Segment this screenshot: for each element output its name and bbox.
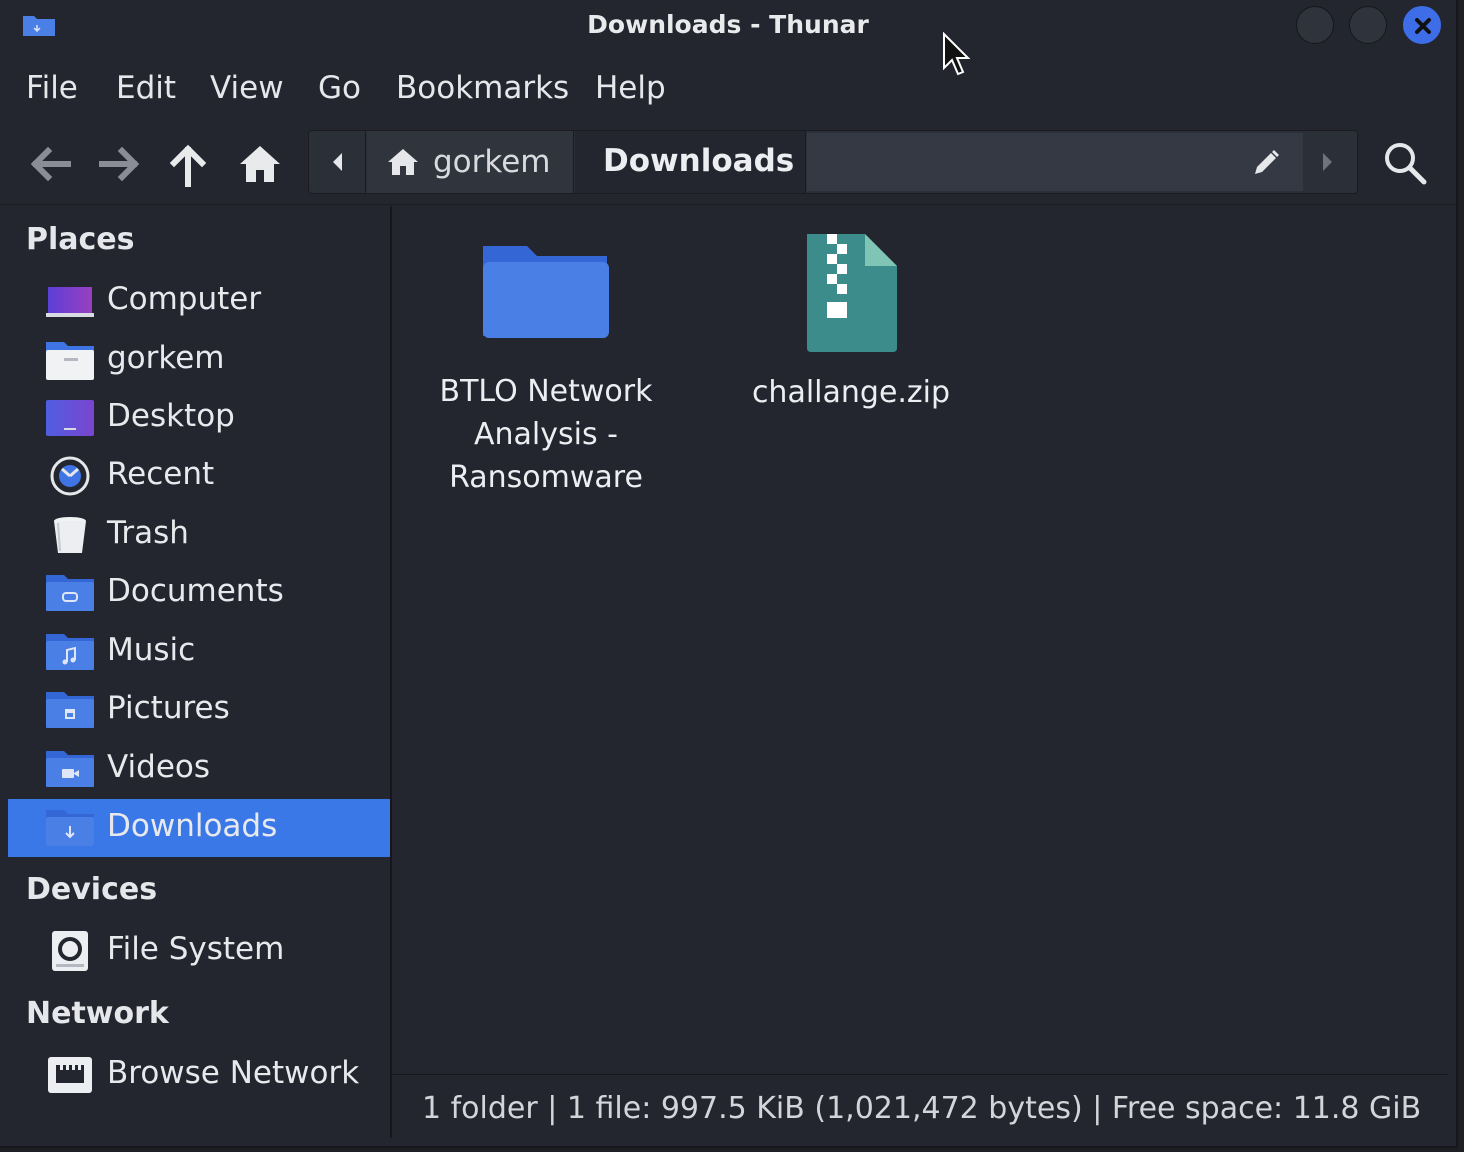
location-bar: gorkem Downloads xyxy=(308,130,1358,194)
minimize-button[interactable] xyxy=(1296,6,1334,44)
music-folder-icon xyxy=(46,634,94,670)
network-heading: Network xyxy=(26,996,169,1031)
zip-archive-icon xyxy=(807,234,897,352)
file-name: challange.zip xyxy=(742,371,960,414)
breadcrumb-home[interactable]: gorkem xyxy=(367,131,574,193)
arrow-up-icon xyxy=(169,144,207,187)
file-item-zip[interactable]: challange.zip xyxy=(742,230,960,414)
sidebar-item-label: Browse Network xyxy=(107,1055,360,1091)
file-view[interactable]: BTLO Network Analysis - Ransomware chall… xyxy=(392,206,1448,1072)
sidebar-item-trash[interactable]: Trash xyxy=(8,506,390,564)
file-name-line: challange.zip xyxy=(751,375,951,410)
drive-icon xyxy=(52,931,88,971)
window-title: Downloads - Thunar xyxy=(587,10,869,39)
sidebar-item-label: Downloads xyxy=(107,808,278,844)
menubar: File Edit View Go Bookmarks Help xyxy=(0,56,1456,122)
menu-file[interactable]: File xyxy=(26,70,78,106)
home-folder-icon xyxy=(46,342,94,380)
documents-folder-icon xyxy=(46,575,94,611)
file-name: BTLO Network Analysis - Ransomware xyxy=(422,370,670,499)
videos-folder-icon xyxy=(46,751,94,787)
search-icon[interactable] xyxy=(1382,140,1428,186)
menu-go[interactable]: Go xyxy=(318,70,361,106)
sidebar-item-pictures[interactable]: Pictures xyxy=(8,681,390,739)
chevron-left-icon xyxy=(333,153,342,171)
computer-icon xyxy=(46,287,94,317)
sidebar-item-music[interactable]: Music xyxy=(8,623,390,681)
devices-heading: Devices xyxy=(26,872,158,907)
breadcrumb-current[interactable]: Downloads xyxy=(575,131,806,193)
path-scroll-left-button[interactable] xyxy=(309,131,366,193)
sidebar-item-browse-network[interactable]: Browse Network xyxy=(8,1046,390,1104)
status-bar: 1 folder | 1 file: 997.5 KiB (1,021,472 … xyxy=(392,1074,1448,1139)
menu-bookmarks[interactable]: Bookmarks xyxy=(396,70,569,106)
sidebar-item-label: Music xyxy=(107,632,196,668)
close-icon xyxy=(1415,18,1431,34)
folder-icon xyxy=(483,246,609,338)
mouse-cursor-icon xyxy=(943,32,971,76)
pencil-icon[interactable] xyxy=(1251,148,1281,178)
sidebar-item-desktop[interactable]: Desktop xyxy=(8,389,390,447)
home-button[interactable] xyxy=(236,140,284,188)
sidebar-item-label: File System xyxy=(107,931,285,967)
path-empty-area[interactable] xyxy=(807,133,1303,191)
downloads-folder-icon xyxy=(46,810,94,846)
breadcrumb-current-label: Downloads xyxy=(603,143,795,179)
menu-edit[interactable]: Edit xyxy=(116,70,176,106)
sidebar-item-label: gorkem xyxy=(107,340,225,376)
file-name-line: Ransomware xyxy=(449,460,643,495)
forward-button[interactable] xyxy=(96,140,144,188)
path-scroll-right-button[interactable] xyxy=(1305,131,1357,193)
sidebar-item-downloads[interactable]: Downloads xyxy=(8,799,390,857)
chevron-right-icon xyxy=(1323,153,1332,171)
file-name-line: BTLO Network xyxy=(439,374,653,409)
sidebar-item-computer[interactable]: Computer xyxy=(8,272,390,330)
desktop-icon xyxy=(46,400,94,436)
places-heading: Places xyxy=(26,222,135,257)
sidebar-item-label: Pictures xyxy=(107,690,230,726)
titlebar[interactable]: Downloads - Thunar xyxy=(0,0,1456,50)
toolbar: gorkem Downloads xyxy=(0,122,1456,205)
sidebar-item-label: Videos xyxy=(107,749,211,785)
recent-icon xyxy=(50,456,90,496)
sidebar-item-label: Desktop xyxy=(107,398,235,434)
sidebar-item-gorkem[interactable]: gorkem xyxy=(8,331,390,389)
menu-help[interactable]: Help xyxy=(595,70,666,106)
home-icon xyxy=(388,149,418,175)
file-item-folder[interactable]: BTLO Network Analysis - Ransomware xyxy=(422,240,670,499)
back-button[interactable] xyxy=(26,140,74,188)
status-text: 1 folder | 1 file: 997.5 KiB (1,021,472 … xyxy=(422,1091,1422,1126)
home-icon xyxy=(240,146,280,182)
sidebar-item-documents[interactable]: Documents xyxy=(8,564,390,622)
trash-icon xyxy=(54,517,86,553)
network-icon xyxy=(48,1057,92,1093)
sidebar: Places Computer gorkem Desktop Recent Tr… xyxy=(8,206,392,1138)
menu-view[interactable]: View xyxy=(210,70,284,106)
maximize-button[interactable] xyxy=(1349,6,1387,44)
sidebar-item-label: Computer xyxy=(107,281,262,317)
arrow-right-icon xyxy=(99,146,140,182)
sidebar-item-label: Documents xyxy=(107,573,284,609)
sidebar-item-videos[interactable]: Videos xyxy=(8,740,390,798)
sidebar-item-label: Recent xyxy=(107,456,215,492)
thunar-window: Downloads - Thunar File Edit View Go Boo… xyxy=(0,0,1458,1148)
breadcrumb-home-label: gorkem xyxy=(433,144,551,180)
pictures-folder-icon xyxy=(46,692,94,728)
file-name-line: Analysis - xyxy=(474,417,618,452)
close-button[interactable] xyxy=(1403,6,1441,44)
arrow-left-icon xyxy=(30,146,71,182)
sidebar-item-file-system[interactable]: File System xyxy=(8,922,390,980)
sidebar-item-label: Trash xyxy=(107,515,189,551)
up-button[interactable] xyxy=(164,140,212,188)
sidebar-item-recent[interactable]: Recent xyxy=(8,447,390,505)
